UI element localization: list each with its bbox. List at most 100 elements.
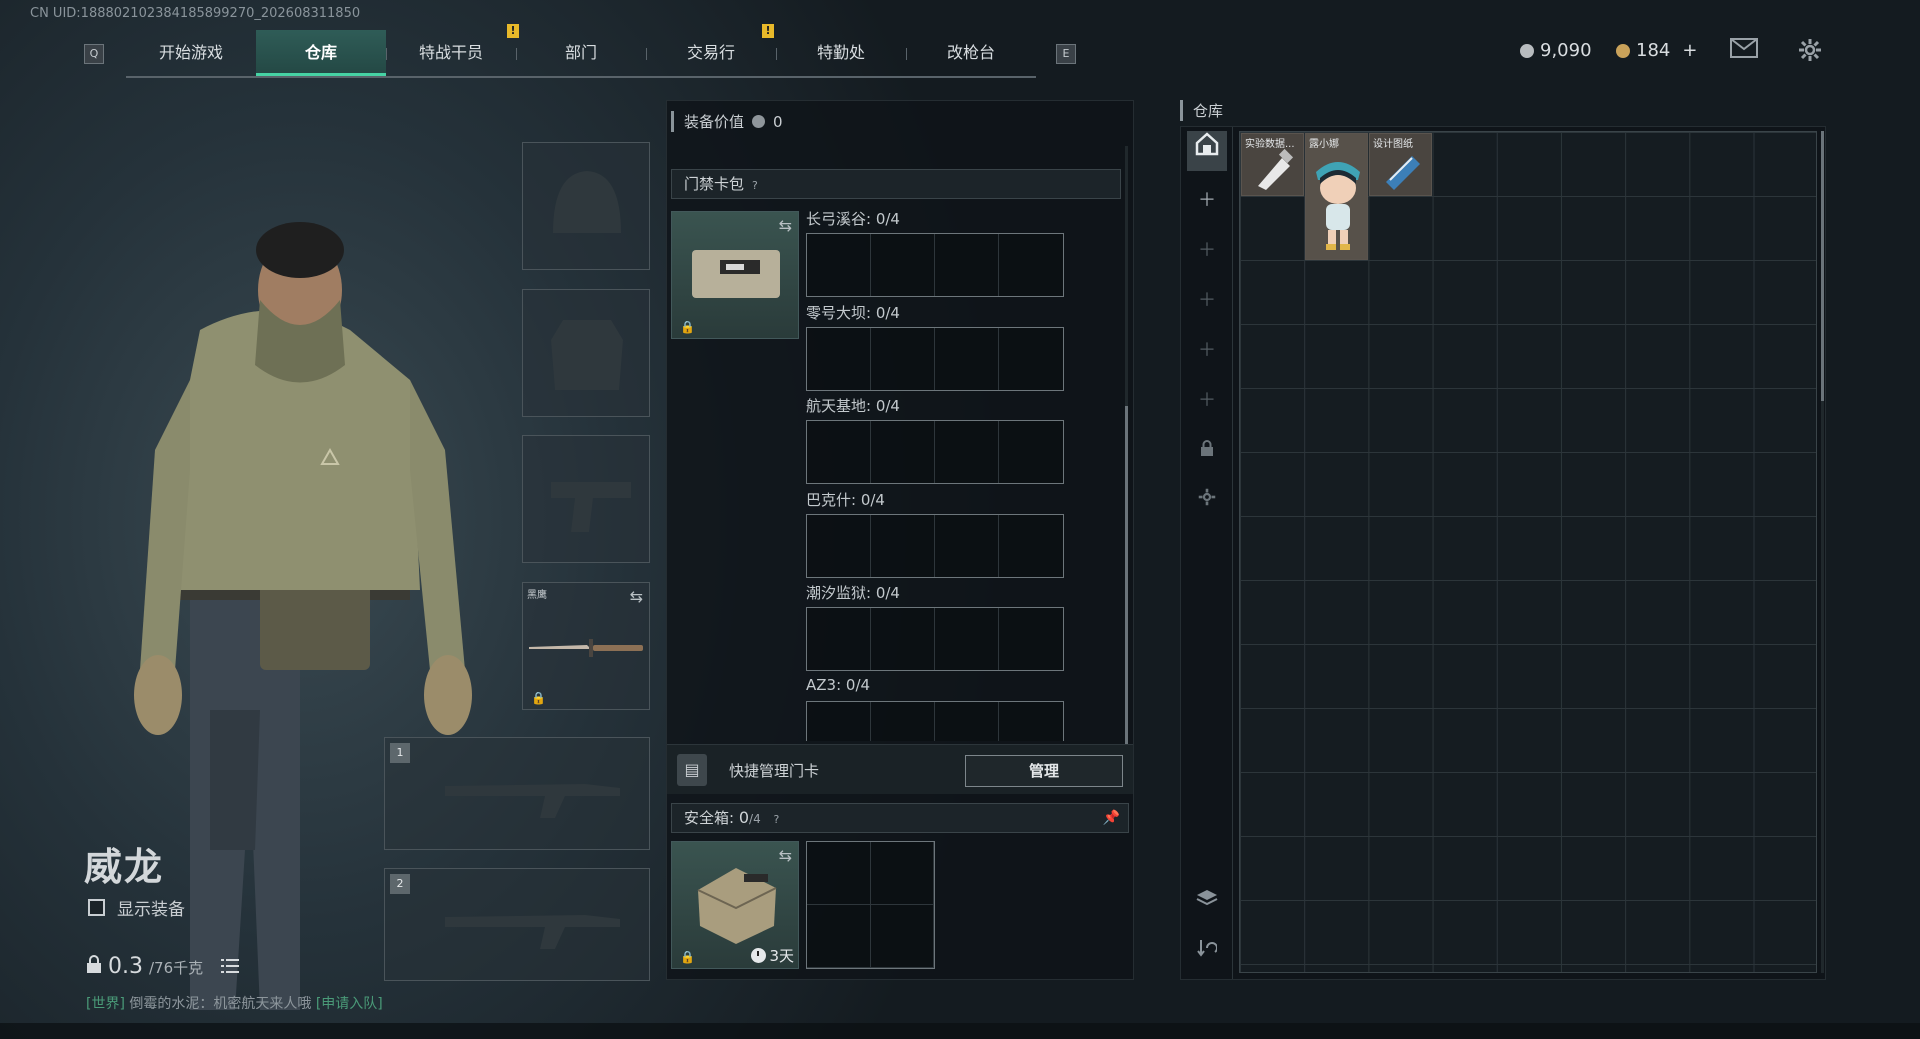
safe-box-capacity: /4 [749,812,761,826]
lock-icon [86,955,102,977]
warehouse-sidebar: ＋ ＋ ＋ ＋ ＋ [1181,127,1233,979]
secondary-weapon-slot[interactable]: 2 [384,868,650,981]
lock-icon: 🔒 [531,691,546,705]
chat-line[interactable]: [世界] 倒霉的水泥：机密航天来人哦 [申请入队] [86,993,383,1013]
tab-start-game[interactable]: 开始游戏 [126,30,256,76]
clock-icon [751,948,767,963]
tab-warehouse[interactable]: 仓库 [256,30,386,76]
quick-manage-bar: ▤ 快捷管理门卡 管理 [667,744,1133,794]
keycard-grid[interactable] [806,607,1064,671]
region-label: AZ3: 0/4 [806,676,871,694]
lock-icon[interactable] [1187,431,1227,471]
scrollbar-thumb[interactable] [1821,131,1824,401]
show-equipment-toggle[interactable]: 显示装备 [88,895,185,920]
warehouse-home-icon[interactable] [1187,131,1227,171]
scrollbar-thumb[interactable] [1125,406,1128,786]
top-nav: Q 开始游戏 仓库 特战干员! 部门 交易行 特勤处! 改枪台 E [82,24,1082,78]
primary-weapon-slot[interactable]: 1 [384,737,650,850]
gear-icon[interactable] [1796,38,1824,62]
bottom-bar [0,1023,1920,1039]
melee-slot[interactable]: 黑鹰 ⇆ 🔒 [522,582,650,710]
tab-trading[interactable]: 交易行 [646,30,776,76]
safe-box-grid[interactable] [806,841,935,969]
tab-special-ops[interactable]: 特勤处! [762,24,906,76]
chat-channel: [世界] [86,996,125,1012]
weapon-slot-number: 2 [390,874,410,894]
silver-currency: 9,090 [1520,40,1592,61]
tab-gunsmith[interactable]: 改枪台 [906,30,1036,76]
region-label: 巴克什: 0/4 [806,491,885,509]
warehouse-scrollbar[interactable] [1821,131,1824,973]
show-equipment-label: 显示装备 [117,900,185,920]
add-tab-icon[interactable]: ＋ [1187,281,1227,321]
gold-amount: 184 [1636,40,1671,61]
gold-coin-icon [1616,43,1630,58]
silver-amount: 9,090 [1540,40,1592,61]
tab-department[interactable]: 部门 [516,30,646,76]
uid-label: CN UID:1888021023841858992​70_2026083118… [30,6,361,21]
silver-coin-icon [752,115,766,128]
keycard-grid[interactable] [806,420,1064,484]
nav-prev-key[interactable]: Q [84,44,104,64]
help-icon[interactable]: ? [752,179,758,192]
layers-icon[interactable] [1187,883,1227,923]
keycard-icon: ▤ [677,754,707,786]
nav-next-key[interactable]: E [1056,44,1076,64]
safe-box-label: 安全箱: [684,809,735,827]
chat-join-link[interactable]: [申请入队] [316,996,383,1012]
add-currency-button[interactable]: + [1682,40,1697,61]
list-icon[interactable] [221,958,240,977]
equipment-value: 0 [773,112,783,131]
warehouse-panel: ＋ ＋ ＋ ＋ ＋ 实验数据... 露小娜 设计图纸 [1180,126,1826,980]
chat-message: 倒霉的水泥：机密航天来人哦 [129,996,312,1012]
keycard-grid[interactable] [806,233,1064,297]
warehouse-item[interactable]: 设计图纸 [1369,133,1432,196]
weight-max: /76千克 [149,959,204,977]
add-tab-icon[interactable]: ＋ [1187,181,1227,221]
add-tab-icon[interactable]: ＋ [1187,331,1227,371]
quick-manage-label: 快捷管理门卡 [729,762,820,780]
keycard-section-header: 门禁卡包? [671,169,1121,199]
safe-box-timer: 3天 [751,945,794,966]
sort-icon[interactable] [1187,933,1227,973]
melee-label: 黑鹰 [527,590,547,601]
warehouse-grid[interactable]: 实验数据... 露小娜 设计图纸 [1239,131,1817,973]
warehouse-item[interactable]: 露小娜 [1305,133,1368,260]
keycard-holder-item[interactable]: ⇆ 🔒 [671,211,799,339]
carry-weight: 0.3 /76千克 [86,954,240,979]
keycard-scrollbar[interactable] [1125,146,1128,786]
equipment-value-header: 装备价值 0 [671,111,783,132]
equipment-value-label: 装备价值 [684,113,745,131]
armor-slot[interactable] [522,289,650,417]
tab-operators[interactable]: 特战干员! [386,24,519,76]
helmet-slot[interactable] [522,142,650,270]
gear-icon[interactable] [1187,481,1227,521]
gold-currency[interactable]: 184 + [1616,40,1697,61]
lock-icon: 🔒 [680,320,695,334]
add-tab-icon[interactable]: ＋ [1187,231,1227,271]
swap-icon[interactable]: ⇆ [779,216,792,235]
swap-icon[interactable]: ⇆ [630,587,643,606]
manage-button[interactable]: 管理 [965,755,1123,787]
keycard-grid[interactable] [806,701,1064,741]
silver-coin-icon [1520,43,1534,58]
pin-icon[interactable]: 📌 [1103,804,1120,832]
warehouse-title: 仓库 [1180,100,1223,121]
keycard-grid[interactable] [806,514,1064,578]
tab-alert-badge: ! [762,24,774,38]
character-name: 威龙 [84,845,165,889]
nav-tabs: 开始游戏 仓库 特战干员! 部门 交易行 特勤处! 改枪台 [126,24,1036,78]
keycard-section-label: 门禁卡包 [684,175,745,193]
mail-icon[interactable] [1730,38,1758,62]
warehouse-item[interactable]: 实验数据... [1241,133,1304,196]
equipment-panel: 装备价值 0 门禁卡包? ⇆ 🔒 长弓溪谷: 0/4 零号大坝: 0/4 航天基… [666,100,1134,980]
safe-box-item[interactable]: ⇆ 🔒 3天 [671,841,799,969]
region-label: 零号大坝: 0/4 [806,304,900,322]
pistol-slot[interactable] [522,435,650,563]
region-label: 潮汐监狱: 0/4 [806,584,900,602]
weapon-slot-number: 1 [390,743,410,763]
add-tab-icon[interactable]: ＋ [1187,381,1227,421]
help-icon[interactable]: ? [774,813,780,826]
show-equipment-checkbox[interactable] [88,899,105,916]
keycard-grid[interactable] [806,327,1064,391]
